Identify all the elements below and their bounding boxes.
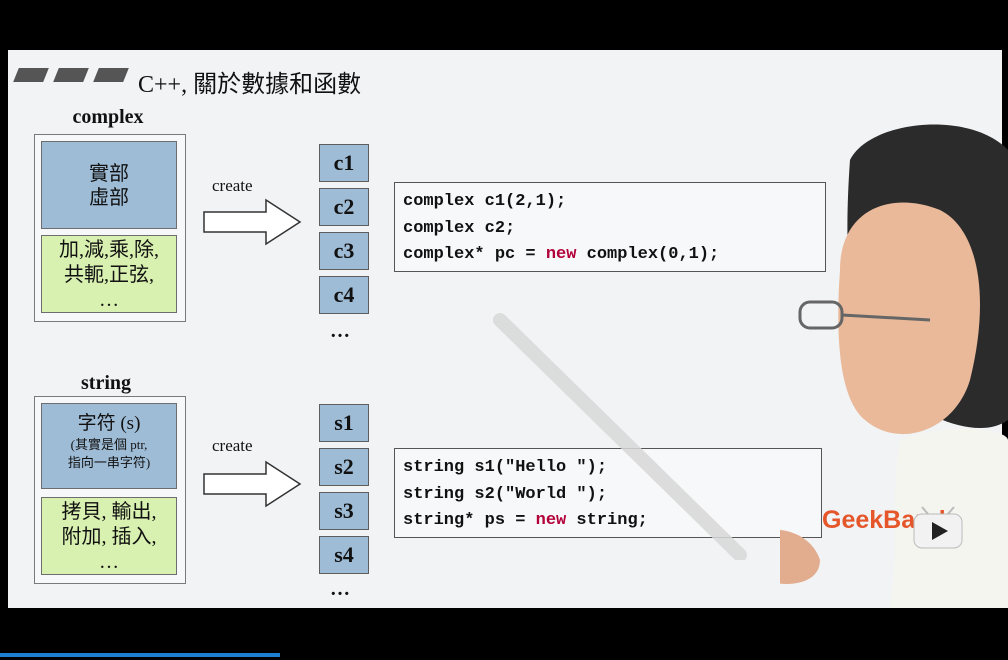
data-title: 字符 (s): [77, 413, 141, 434]
complex-label: complex: [72, 106, 144, 128]
pointer-stick: [493, 313, 747, 560]
more-objects: …: [330, 578, 350, 600]
video-frame[interactable]: C++, 關於數據和函數 complex 實部 虛部 加,減,乘,除, 共軛,正…: [0, 0, 1008, 660]
string-func-box: 拷貝, 輸出, 附加, 插入, …: [41, 497, 177, 575]
video-progress-bar[interactable]: [0, 653, 280, 657]
object-c1: c1: [319, 144, 369, 182]
create-label: create: [212, 436, 253, 455]
create-arrow-icon: [203, 198, 302, 246]
data-line: 虛部: [89, 187, 129, 209]
func-line: 拷貝, 輸出,: [61, 501, 157, 523]
complex-func-box: 加,減,乘,除, 共軛,正弦, …: [41, 235, 177, 313]
object-s1: s1: [319, 404, 369, 442]
data-note: (其實是個 ptr,: [70, 437, 148, 452]
func-line: 加,減,乘,除,: [59, 239, 159, 261]
func-line: …: [99, 551, 119, 573]
string-class-box: 字符 (s) (其實是個 ptr, 指向一串字符) 拷貝, 輸出, 附加, 插入…: [34, 396, 186, 584]
data-note: 指向一串字符): [67, 455, 151, 470]
play-icon[interactable]: [912, 506, 966, 552]
func-line: 共軛,正弦,: [64, 264, 154, 286]
func-line: …: [99, 289, 119, 311]
object-c3: c3: [319, 232, 369, 270]
object-c2: c2: [319, 188, 369, 226]
complex-code-box: complex c1(2,1); complex c2; complex* pc…: [394, 182, 826, 272]
slide-title: C++, 關於數據和函數: [138, 72, 362, 98]
create-label: create: [212, 176, 253, 195]
string-label: string: [81, 372, 131, 394]
data-line: 實部: [89, 163, 129, 185]
object-s3: s3: [319, 492, 369, 530]
func-line: 附加, 插入,: [61, 526, 157, 548]
object-c4: c4: [319, 276, 369, 314]
complex-class-box: 實部 虛部 加,減,乘,除, 共軛,正弦, …: [34, 134, 186, 322]
code-line: complex c1(2,1);: [403, 192, 567, 211]
complex-data-box: 實部 虛部: [41, 141, 177, 229]
object-s2: s2: [319, 448, 369, 486]
object-s4: s4: [319, 536, 369, 574]
keyword-new: new: [545, 245, 577, 264]
more-objects: …: [330, 320, 350, 342]
create-arrow-icon: [203, 460, 302, 508]
code-line: complex c2;: [403, 218, 516, 238]
string-data-box: 字符 (s) (其實是個 ptr, 指向一串字符): [41, 403, 177, 489]
code-line: complex* pc = new complex(0,1);: [403, 245, 720, 264]
